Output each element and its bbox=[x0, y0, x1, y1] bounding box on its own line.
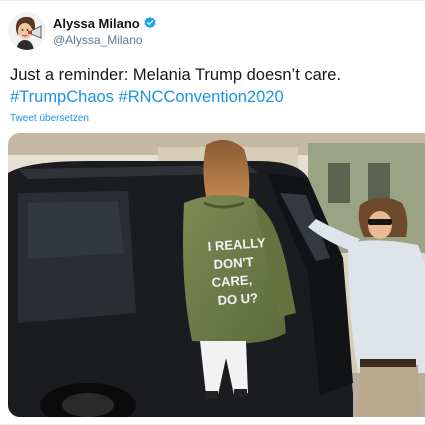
author-info: Alyssa Milano @Alyssa_Milano bbox=[53, 15, 157, 46]
tweet-hashtags: #TrumpChaos #RNCConvention2020 bbox=[10, 86, 420, 108]
hashtag-link[interactable]: #TrumpChaos bbox=[10, 88, 114, 106]
author-name-row: Alyssa Milano bbox=[53, 15, 157, 31]
hashtag-link[interactable]: #RNCConvention2020 bbox=[119, 88, 284, 106]
author-display-name[interactable]: Alyssa Milano bbox=[53, 17, 140, 30]
jacket-text-line: DO U? bbox=[217, 290, 258, 308]
jacket-text-line: CARE, bbox=[211, 272, 252, 290]
translate-tweet-link[interactable]: Tweet übersetzen bbox=[10, 113, 89, 124]
tweet-photo[interactable]: I REALLY DON'T CARE, DO U? bbox=[8, 133, 425, 417]
author-handle[interactable]: @Alyssa_Milano bbox=[53, 34, 157, 46]
photo-illustration: I REALLY DON'T CARE, DO U? bbox=[8, 133, 425, 417]
jacket-text-line: DON'T bbox=[213, 254, 254, 272]
tweet-text-line: Just a reminder: Melania Trump doesn’t c… bbox=[10, 66, 342, 84]
tweet-card[interactable]: Alyssa Milano @Alyssa_Milano Just a remi… bbox=[0, 0, 425, 425]
tweet-text: Just a reminder: Melania Trump doesn’t c… bbox=[10, 64, 420, 108]
cartoon-avatar-icon bbox=[8, 12, 46, 50]
verified-badge-icon bbox=[143, 16, 157, 30]
author-avatar[interactable] bbox=[8, 12, 46, 50]
